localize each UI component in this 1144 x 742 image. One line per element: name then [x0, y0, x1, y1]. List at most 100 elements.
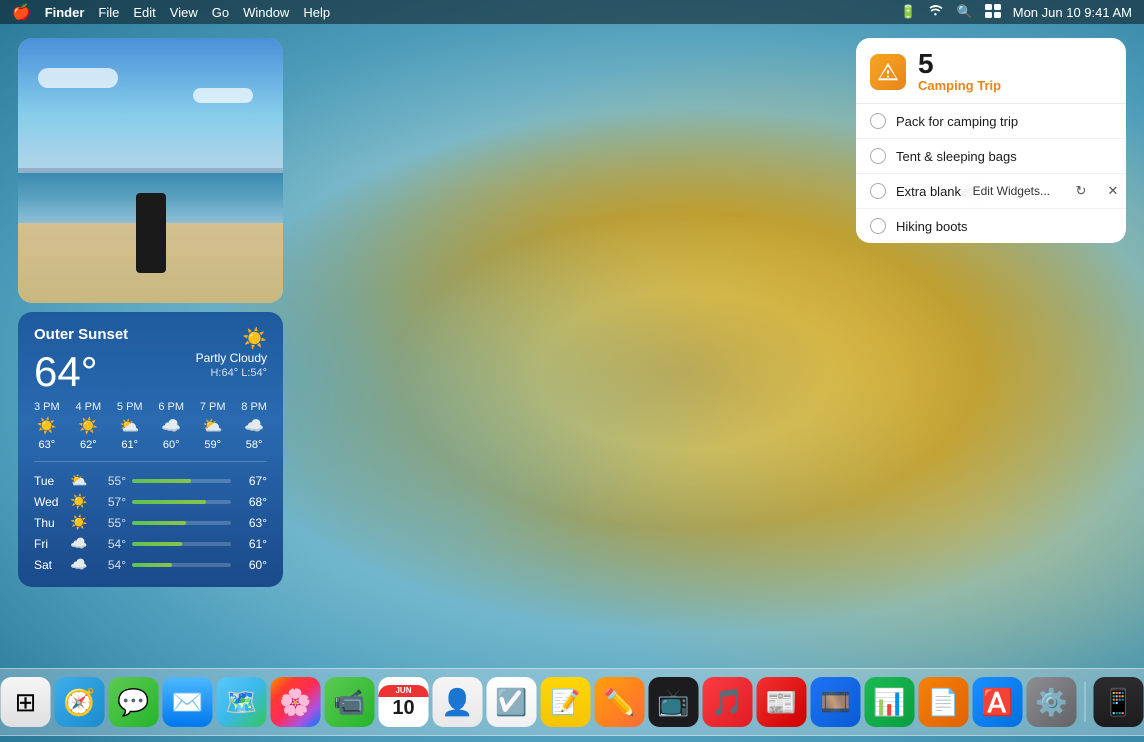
dock-icon-music[interactable]: 🎵: [703, 677, 753, 727]
rotate-widget-button[interactable]: ↻: [1068, 178, 1094, 204]
daily-high: 63°: [237, 516, 267, 530]
daily-low: 55°: [96, 516, 126, 530]
daily-high: 60°: [237, 558, 267, 572]
photo-cloud1: [38, 68, 118, 88]
edit-widgets-button[interactable]: Edit Widgets...: [961, 179, 1062, 203]
weather-location: Outer Sunset: [34, 326, 128, 343]
hourly-temp: 59°: [204, 439, 221, 451]
daily-bar: [132, 479, 191, 483]
reminders-count: 5: [918, 50, 1001, 78]
daily-row: Wed ☀️ 57° 68°: [34, 493, 267, 510]
hourly-time: 7 PM: [200, 401, 226, 413]
search-icon[interactable]: 🔍: [957, 4, 973, 20]
daily-bar-container: [132, 500, 231, 504]
dock-icon-safari[interactable]: 🧭: [55, 677, 105, 727]
dock-icon-facetime[interactable]: 📹: [325, 677, 375, 727]
hourly-icon: ☁️: [161, 416, 181, 436]
weather-widget: Outer Sunset ☀️ 64° Partly Cloudy H:64° …: [18, 312, 283, 587]
wifi-icon[interactable]: [929, 5, 945, 20]
dock-icon-messages[interactable]: 💬: [109, 677, 159, 727]
menubar-left: 🍎 Finder File Edit View Go Window Help: [12, 3, 330, 21]
hourly-icon: ⛅: [120, 416, 140, 436]
reminders-widget: 5 Camping Trip Pack for camping trip Ten…: [856, 38, 1126, 243]
dock-icon-numbers[interactable]: 📊: [865, 677, 915, 727]
daily-day: Thu: [34, 516, 64, 530]
reminder-text: Tent & sleeping bags: [896, 149, 1017, 164]
dock-icon-reminders[interactable]: ☑️: [487, 677, 537, 727]
hourly-time: 3 PM: [34, 401, 60, 413]
dock-icon-contacts[interactable]: 👤: [433, 677, 483, 727]
close-icon: ✕: [1108, 183, 1119, 199]
hourly-temp: 63°: [39, 439, 56, 451]
daily-high: 61°: [237, 537, 267, 551]
daily-row: Sat ☁️ 54° 60°: [34, 556, 267, 573]
menubar-window[interactable]: Window: [243, 5, 289, 20]
menubar-right: 🔋 🔍 Mon Jun 10 9:41 AM: [900, 4, 1132, 21]
daily-day: Tue: [34, 474, 64, 488]
daily-low: 54°: [96, 537, 126, 551]
menubar: 🍎 Finder File Edit View Go Window Help 🔋…: [0, 0, 1144, 24]
weather-condition-block: Partly Cloudy H:64° L:54°: [196, 351, 267, 379]
hourly-time: 8 PM: [241, 401, 267, 413]
hourly-time: 6 PM: [158, 401, 184, 413]
reminder-text: Hiking boots: [896, 219, 968, 234]
close-widget-button[interactable]: ✕: [1100, 178, 1126, 204]
reminders-header: 5 Camping Trip: [856, 38, 1126, 104]
hourly-item: 5 PM ⛅ 61°: [117, 401, 143, 451]
apple-menu[interactable]: 🍎: [12, 3, 31, 21]
photo-figure: [136, 193, 166, 273]
hourly-icon: ☀️: [78, 416, 98, 436]
dock-icons: ⊞🧭💬✉️🗺️🌸📹JUN10👤☑️📝✏️📺🎵📰🎞️📊📄🅰️⚙️📱🗑️: [0, 677, 1144, 727]
menubar-finder[interactable]: Finder: [45, 5, 85, 20]
dock-icon-news[interactable]: 📰: [757, 677, 807, 727]
dock-icon-appstore[interactable]: 🅰️: [973, 677, 1023, 727]
daily-bar: [132, 521, 186, 525]
menubar-edit[interactable]: Edit: [133, 5, 155, 20]
hourly-icon: ☁️: [244, 416, 264, 436]
dock-icon-calendar[interactable]: JUN10: [379, 677, 429, 727]
dock-icon-iphone[interactable]: 📱: [1094, 677, 1144, 727]
dock-icon-freeform[interactable]: ✏️: [595, 677, 645, 727]
reminder-radio[interactable]: [870, 183, 886, 199]
reminders-count-block: 5 Camping Trip: [918, 50, 1001, 93]
hourly-item: 4 PM ☀️ 62°: [75, 401, 101, 451]
dock-icon-systemprefs[interactable]: ⚙️: [1027, 677, 1077, 727]
dock-icon-notes[interactable]: 📝: [541, 677, 591, 727]
widget-controls: Edit Widgets... ↻ ✕: [961, 178, 1126, 204]
dock-icon-launchpad[interactable]: ⊞: [1, 677, 51, 727]
menubar-go[interactable]: Go: [212, 5, 229, 20]
reminder-radio[interactable]: [870, 113, 886, 129]
photo-widget: [18, 38, 283, 303]
reminder-item: Tent & sleeping bags: [856, 139, 1126, 174]
battery-icon[interactable]: 🔋: [900, 4, 916, 20]
hourly-item: 7 PM ⛅ 59°: [200, 401, 226, 451]
daily-bar-container: [132, 479, 231, 483]
datetime[interactable]: Mon Jun 10 9:41 AM: [1013, 5, 1132, 20]
dock-icon-photos[interactable]: 🌸: [271, 677, 321, 727]
dock-icon-mail[interactable]: ✉️: [163, 677, 213, 727]
weather-condition-text: Partly Cloudy: [196, 351, 267, 365]
reminder-radio[interactable]: [870, 148, 886, 164]
menubar-help[interactable]: Help: [303, 5, 330, 20]
hourly-icon: ☀️: [37, 416, 57, 436]
daily-high: 67°: [237, 474, 267, 488]
dock-icon-pages[interactable]: 📄: [919, 677, 969, 727]
hourly-time: 4 PM: [75, 401, 101, 413]
menubar-view[interactable]: View: [170, 5, 198, 20]
hourly-item: 8 PM ☁️ 58°: [241, 401, 267, 451]
hourly-item: 3 PM ☀️ 63°: [34, 401, 60, 451]
menubar-file[interactable]: File: [98, 5, 119, 20]
weather-hourly: 3 PM ☀️ 63° 4 PM ☀️ 62° 5 PM ⛅ 61° 6 PM …: [34, 401, 267, 462]
dock-icon-maps[interactable]: 🗺️: [217, 677, 267, 727]
reminder-radio[interactable]: [870, 218, 886, 234]
daily-bar: [132, 542, 182, 546]
hourly-icon: ⛅: [203, 416, 223, 436]
photo-cloud2: [193, 88, 253, 103]
dock-icon-keynote[interactable]: 🎞️: [811, 677, 861, 727]
control-center-icon[interactable]: [985, 4, 1001, 21]
photo-sky: [18, 38, 283, 168]
daily-day: Wed: [34, 495, 64, 509]
dock-icon-appletv[interactable]: 📺: [649, 677, 699, 727]
daily-icon: ☀️: [70, 514, 90, 531]
weather-daily: Tue ⛅ 55° 67° Wed ☀️ 57° 68° Thu ☀️ 55° …: [34, 472, 267, 573]
